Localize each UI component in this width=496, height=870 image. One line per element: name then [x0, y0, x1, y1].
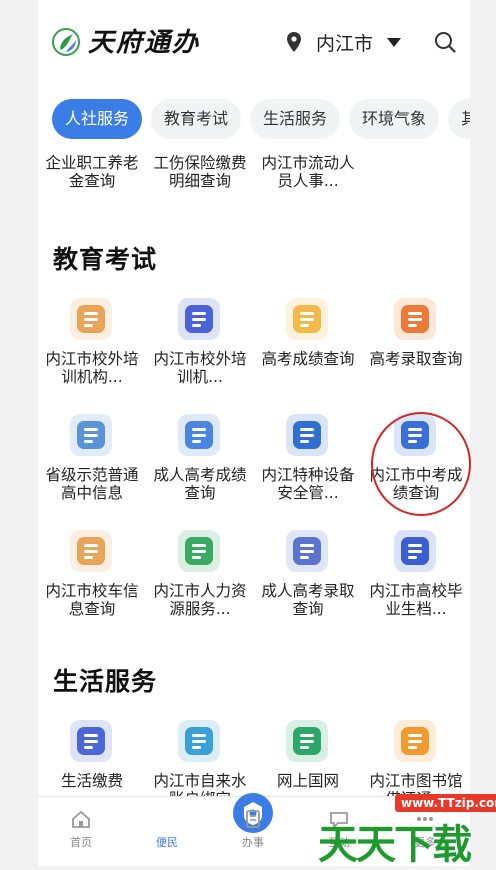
nav-convenience-label: 便民 — [156, 836, 178, 849]
education-service-item[interactable]: 成人高考录取查询 — [254, 530, 362, 640]
education-service-item[interactable]: 高考录取查询 — [362, 298, 470, 408]
education-service-label: 内江市校外培训机... — [153, 350, 247, 386]
service-injury-insurance[interactable]: 工伤保险缴费明细查询 — [150, 154, 250, 190]
life-service-label: 网上国网 — [276, 772, 339, 790]
education-service-label: 高考成绩查询 — [261, 350, 355, 368]
service-floating-personnel[interactable]: 内江市流动人员人事... — [258, 154, 358, 190]
header: 天府通办 内江市 — [38, 0, 470, 86]
education-service-label: 内江市高校毕业生档... — [369, 582, 463, 618]
page: 天府通办 内江市 人社服务教育考试生活服务环境气象其他 企业职工养老金查询 工伤… — [38, 0, 471, 866]
education-service-item[interactable]: 内江市校车信息查询 — [38, 530, 146, 640]
location-pin-icon[interactable] — [287, 32, 301, 52]
education-service-label: 成人高考成绩查询 — [153, 466, 247, 502]
grid-globe-icon — [286, 720, 328, 762]
library-reader-icon — [394, 720, 436, 762]
education-service-item[interactable]: 内江特种设备安全管... — [254, 414, 362, 524]
tab-environment[interactable]: 环境气象 — [349, 99, 440, 139]
watermark-text: 天天下载 — [318, 822, 472, 868]
section-title-education: 教育考试 — [53, 245, 158, 274]
education-service-item[interactable]: 省级示范普通高中信息 — [38, 414, 146, 524]
education-service-label: 内江市校外培训机构... — [45, 350, 139, 386]
tab-other[interactable]: 其他 — [448, 99, 470, 139]
education-service-item[interactable]: 高考成绩查询 — [254, 298, 362, 408]
water-account-icon — [178, 720, 220, 762]
watermark: www.TTzip.com 天天下载 — [318, 790, 496, 868]
water-drop-icon — [70, 720, 112, 762]
education-service-item[interactable]: 内江市校外培训机... — [146, 298, 254, 408]
nav-convenience[interactable]: 便民 — [124, 793, 273, 866]
education-service-label: 内江市校车信息查询 — [45, 582, 139, 618]
education-service-label: 内江市人力资源服务... — [153, 582, 247, 618]
city-selector[interactable]: 内江市 — [316, 29, 373, 56]
education-service-label: 省级示范普通高中信息 — [45, 466, 139, 502]
education-service-label: 内江特种设备安全管... — [261, 466, 355, 502]
section-title-life: 生活服务 — [53, 667, 158, 696]
graduation-cap-icon — [394, 298, 436, 340]
watermark-url: www.TTzip.com — [395, 794, 496, 812]
school-bus-icon — [70, 530, 112, 572]
education-service-item[interactable]: 内江市高校毕业生档... — [362, 530, 470, 640]
life-service-label: 生活缴费 — [60, 772, 123, 790]
adult-student-icon — [178, 414, 220, 456]
home-icon — [72, 810, 90, 828]
adult-admission-icon — [286, 530, 328, 572]
app-logo-icon — [52, 28, 80, 56]
chevron-down-icon[interactable] — [387, 38, 401, 47]
highlight-circle — [371, 412, 471, 516]
education-service-item[interactable]: 成人高考成绩查询 — [146, 414, 254, 524]
nav-affairs-label: 办事 — [242, 836, 264, 849]
social-service-partial-row: 企业职工养老金查询 工伤保险缴费明细查询 内江市流动人员人事... — [38, 154, 470, 194]
gaokao-score-icon — [286, 298, 328, 340]
search-icon[interactable] — [434, 31, 456, 53]
graduate-archive-icon — [394, 530, 436, 572]
nav-home[interactable]: 首页 — [38, 797, 124, 866]
person-badge-icon — [178, 298, 220, 340]
category-tabs: 人社服务教育考试生活服务环境气象其他 — [52, 99, 470, 141]
education-service-item[interactable]: 内江市校外培训机构... — [38, 298, 146, 408]
education-service-label: 成人高考录取查询 — [261, 582, 355, 618]
id-card-icon — [286, 414, 328, 456]
tab-education[interactable]: 教育考试 — [151, 99, 242, 139]
app-name: 天府通办 — [88, 28, 201, 58]
ban-person-icon — [70, 298, 112, 340]
tab-life-service[interactable]: 生活服务 — [250, 99, 341, 139]
affairs-icon — [246, 810, 260, 828]
nav-home-label: 首页 — [70, 836, 92, 849]
tab-social-service[interactable]: 人社服务 — [52, 99, 143, 139]
hr-document-icon — [178, 530, 220, 572]
service-pension-query[interactable]: 企业职工养老金查询 — [42, 154, 142, 190]
education-service-label: 高考录取查询 — [369, 350, 463, 368]
education-service-item[interactable]: 内江市人力资源服务... — [146, 530, 254, 640]
school-building-icon — [70, 414, 112, 456]
nav-affairs[interactable]: 办事 — [210, 797, 296, 866]
